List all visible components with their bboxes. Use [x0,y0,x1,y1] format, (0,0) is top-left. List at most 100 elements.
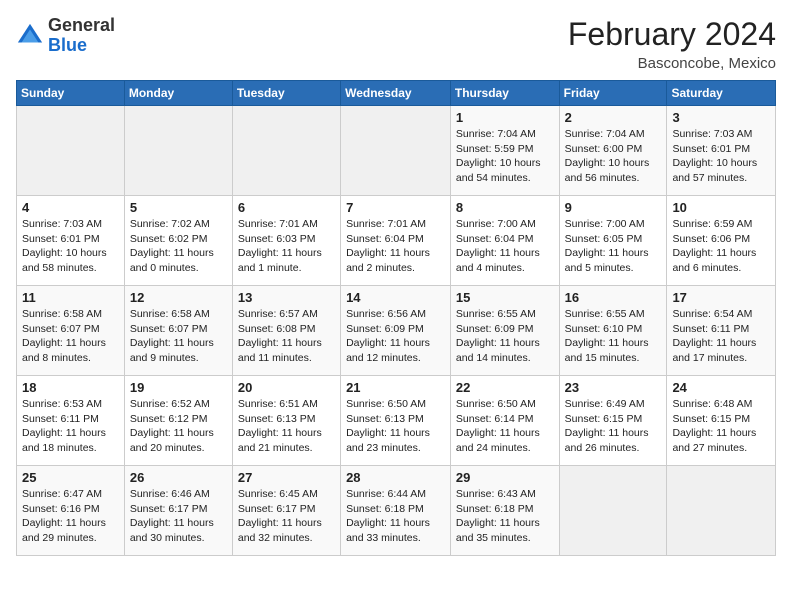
day-number: 17 [672,290,770,305]
calendar-week-row: 4 Sunrise: 7:03 AM Sunset: 6:01 PM Daylig… [17,196,776,286]
calendar-cell: 28Sunrise: 6:44 AM Sunset: 6:18 PM Dayli… [341,466,451,556]
day-info: Sunrise: 6:59 AM Sunset: 6:06 PM Dayligh… [672,217,770,276]
day-number: 23 [565,380,662,395]
calendar-week-row: 25 Sunrise: 6:47 AM Sunset: 6:16 PM Dayli… [17,466,776,556]
title-block: February 2024 Basconcobe, Mexico [568,16,776,72]
day-number: 18 [22,380,119,395]
weekday-header-friday: Friday [559,81,667,106]
calendar-table: SundayMondayTuesdayWednesdayThursdayFrid… [16,80,776,556]
calendar-cell: 3 Sunrise: 7:03 AM Sunset: 6:01 PM Daylig… [667,106,776,196]
day-info: Sunrise: 7:01 AM Sunset: 6:04 PM Dayligh… [346,217,445,276]
calendar-cell: 22Sunrise: 6:50 AM Sunset: 6:14 PM Dayli… [450,376,559,466]
day-info: Sunrise: 7:00 AM Sunset: 6:04 PM Dayligh… [456,217,554,276]
calendar-cell: 15 Sunrise: 6:55 AM Sunset: 6:09 PM Dayli… [450,286,559,376]
calendar-cell [17,106,125,196]
day-info: Sunrise: 7:04 AM Sunset: 6:00 PM Dayligh… [565,127,662,186]
calendar-cell: 20 Sunrise: 6:51 AM Sunset: 6:13 PM Dayli… [232,376,340,466]
weekday-header-wednesday: Wednesday [341,81,451,106]
day-info: Sunrise: 6:43 AM Sunset: 6:18 PM Dayligh… [456,487,554,546]
day-info: Sunrise: 6:46 AM Sunset: 6:17 PM Dayligh… [130,487,227,546]
day-number: 24 [672,380,770,395]
day-info: Sunrise: 6:51 AM Sunset: 6:13 PM Dayligh… [238,397,335,456]
day-info: Sunrise: 6:53 AM Sunset: 6:11 PM Dayligh… [22,397,119,456]
calendar-cell: 14 Sunrise: 6:56 AM Sunset: 6:09 PM Dayli… [341,286,451,376]
calendar-cell: 16 Sunrise: 6:55 AM Sunset: 6:10 PM Dayli… [559,286,667,376]
day-number: 4 [22,200,119,215]
calendar-cell: 11 Sunrise: 6:58 AM Sunset: 6:07 PM Dayli… [17,286,125,376]
weekday-header-thursday: Thursday [450,81,559,106]
day-number: 20 [238,380,335,395]
calendar-cell: 27Sunrise: 6:45 AM Sunset: 6:17 PM Dayli… [232,466,340,556]
calendar-cell: 12 Sunrise: 6:58 AM Sunset: 6:07 PM Dayli… [124,286,232,376]
day-info: Sunrise: 6:58 AM Sunset: 6:07 PM Dayligh… [22,307,119,366]
calendar-cell: 2 Sunrise: 7:04 AM Sunset: 6:00 PM Daylig… [559,106,667,196]
day-info: Sunrise: 6:58 AM Sunset: 6:07 PM Dayligh… [130,307,227,366]
day-number: 15 [456,290,554,305]
calendar-week-row: 11 Sunrise: 6:58 AM Sunset: 6:07 PM Dayli… [17,286,776,376]
calendar-cell: 8 Sunrise: 7:00 AM Sunset: 6:04 PM Daylig… [450,196,559,286]
day-info: Sunrise: 6:49 AM Sunset: 6:15 PM Dayligh… [565,397,662,456]
day-number: 14 [346,290,445,305]
calendar-cell: 19 Sunrise: 6:52 AM Sunset: 6:12 PM Dayli… [124,376,232,466]
calendar-cell: 18 Sunrise: 6:53 AM Sunset: 6:11 PM Dayli… [17,376,125,466]
day-number: 19 [130,380,227,395]
day-number: 2 [565,110,662,125]
calendar-week-row: 1Sunrise: 7:04 AM Sunset: 5:59 PM Daylig… [17,106,776,196]
calendar-cell: 9 Sunrise: 7:00 AM Sunset: 6:05 PM Daylig… [559,196,667,286]
day-info: Sunrise: 6:56 AM Sunset: 6:09 PM Dayligh… [346,307,445,366]
calendar-cell: 21 Sunrise: 6:50 AM Sunset: 6:13 PM Dayli… [341,376,451,466]
page-header: General Blue February 2024 Basconcobe, M… [16,16,776,72]
day-number: 12 [130,290,227,305]
day-number: 25 [22,470,119,485]
logo: General Blue [16,16,115,56]
day-info: Sunrise: 7:01 AM Sunset: 6:03 PM Dayligh… [238,217,335,276]
day-number: 5 [130,200,227,215]
logo-icon [16,22,44,50]
day-info: Sunrise: 6:55 AM Sunset: 6:10 PM Dayligh… [565,307,662,366]
calendar-cell: 26Sunrise: 6:46 AM Sunset: 6:17 PM Dayli… [124,466,232,556]
day-number: 21 [346,380,445,395]
logo-general-text: General [48,15,115,35]
day-number: 6 [238,200,335,215]
day-number: 10 [672,200,770,215]
calendar-cell [559,466,667,556]
day-number: 28 [346,470,445,485]
calendar-cell: 25 Sunrise: 6:47 AM Sunset: 6:16 PM Dayli… [17,466,125,556]
calendar-cell [341,106,451,196]
day-number: 29 [456,470,554,485]
calendar-cell [124,106,232,196]
day-info: Sunrise: 6:45 AM Sunset: 6:17 PM Dayligh… [238,487,335,546]
calendar-week-row: 18 Sunrise: 6:53 AM Sunset: 6:11 PM Dayli… [17,376,776,466]
day-info: Sunrise: 7:04 AM Sunset: 5:59 PM Dayligh… [456,127,554,186]
day-info: Sunrise: 7:02 AM Sunset: 6:02 PM Dayligh… [130,217,227,276]
calendar-cell: 13 Sunrise: 6:57 AM Sunset: 6:08 PM Dayli… [232,286,340,376]
day-info: Sunrise: 6:52 AM Sunset: 6:12 PM Dayligh… [130,397,227,456]
day-number: 11 [22,290,119,305]
day-info: Sunrise: 7:00 AM Sunset: 6:05 PM Dayligh… [565,217,662,276]
day-number: 9 [565,200,662,215]
day-info: Sunrise: 6:57 AM Sunset: 6:08 PM Dayligh… [238,307,335,366]
day-info: Sunrise: 6:54 AM Sunset: 6:11 PM Dayligh… [672,307,770,366]
day-info: Sunrise: 6:50 AM Sunset: 6:13 PM Dayligh… [346,397,445,456]
day-info: Sunrise: 6:50 AM Sunset: 6:14 PM Dayligh… [456,397,554,456]
logo-blue-text: Blue [48,35,87,55]
weekday-header-tuesday: Tuesday [232,81,340,106]
weekday-header-sunday: Sunday [17,81,125,106]
day-info: Sunrise: 7:03 AM Sunset: 6:01 PM Dayligh… [672,127,770,186]
calendar-cell: 17 Sunrise: 6:54 AM Sunset: 6:11 PM Dayli… [667,286,776,376]
calendar-cell [232,106,340,196]
day-info: Sunrise: 6:55 AM Sunset: 6:09 PM Dayligh… [456,307,554,366]
weekday-header-monday: Monday [124,81,232,106]
day-number: 8 [456,200,554,215]
calendar-cell: 1Sunrise: 7:04 AM Sunset: 5:59 PM Daylig… [450,106,559,196]
calendar-cell: 23 Sunrise: 6:49 AM Sunset: 6:15 PM Dayli… [559,376,667,466]
day-info: Sunrise: 7:03 AM Sunset: 6:01 PM Dayligh… [22,217,119,276]
calendar-cell: 10 Sunrise: 6:59 AM Sunset: 6:06 PM Dayli… [667,196,776,286]
day-info: Sunrise: 6:47 AM Sunset: 6:16 PM Dayligh… [22,487,119,546]
day-number: 16 [565,290,662,305]
weekday-header-row: SundayMondayTuesdayWednesdayThursdayFrid… [17,81,776,106]
day-number: 13 [238,290,335,305]
day-number: 3 [672,110,770,125]
calendar-cell: 5 Sunrise: 7:02 AM Sunset: 6:02 PM Daylig… [124,196,232,286]
calendar-subtitle: Basconcobe, Mexico [568,55,776,72]
